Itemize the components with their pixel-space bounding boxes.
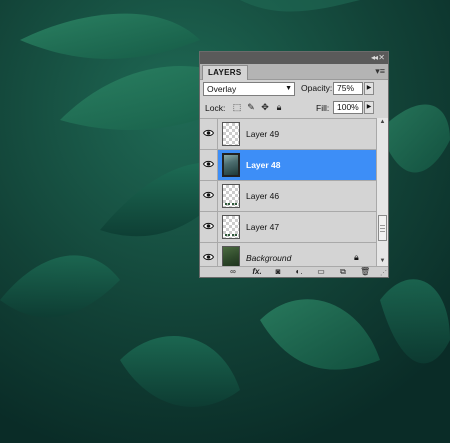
collapse-panel-icon[interactable]: ◂◂ ✕ <box>371 52 385 64</box>
layer-thumbnail <box>222 184 240 208</box>
new-group-icon[interactable]: ▭ <box>316 267 326 277</box>
lock-position-icon[interactable]: ✥ <box>260 102 270 112</box>
lock-transparent-pixels-icon[interactable]: ⬚ <box>232 102 242 112</box>
tab-layers[interactable]: LAYERS <box>202 65 248 80</box>
layer-thumbnail <box>222 215 240 239</box>
panel-menu-icon[interactable]: ▾≡ <box>375 65 385 78</box>
blend-mode-value: Overlay <box>207 84 237 94</box>
layer-name: Background <box>246 253 292 263</box>
eye-icon <box>203 129 214 137</box>
layer-row-selected[interactable]: Layer 48 <box>200 150 376 181</box>
visibility-toggle[interactable] <box>200 150 218 180</box>
layer-name: Layer 49 <box>246 129 280 139</box>
layer-thumbnail <box>222 246 240 267</box>
opacity-input[interactable]: 75% <box>333 82 363 95</box>
layer-thumbnail <box>222 153 240 177</box>
opacity-slider-button[interactable]: ▶ <box>364 82 374 95</box>
fx-icon[interactable]: fx. <box>250 267 264 277</box>
layer-row[interactable]: Layer 46 <box>200 181 376 212</box>
opacity-label: Opacity: <box>301 83 333 93</box>
link-layers-icon[interactable]: ∞ <box>226 267 240 277</box>
panel-bottom-toolbar: ∞ fx. ◙ ◐. ▭ ⧉ 🗑︎ ⋰ <box>200 266 388 277</box>
visibility-toggle[interactable] <box>200 243 218 267</box>
new-layer-icon[interactable]: ⧉ <box>338 267 348 277</box>
layer-name: Layer 46 <box>246 191 280 201</box>
delete-layer-icon[interactable]: 🗑︎ <box>360 267 370 277</box>
layer-thumbnail <box>222 122 240 146</box>
layer-row[interactable]: Layer 47 <box>200 212 376 243</box>
fill-input[interactable]: 100% <box>333 101 363 114</box>
layer-row[interactable]: Layer 49 <box>200 119 376 150</box>
layer-mask-icon[interactable]: ◙ <box>273 267 283 277</box>
grip-line <box>380 225 385 226</box>
adjustment-layer-icon[interactable]: ◐. <box>294 267 304 277</box>
grip-line <box>380 231 385 232</box>
layer-name: Layer 47 <box>246 222 280 232</box>
scroll-down-icon[interactable]: ▼ <box>377 257 388 266</box>
scrollbar-thumb[interactable] <box>378 215 387 241</box>
resize-grip-icon[interactable]: ⋰ <box>380 269 387 277</box>
eye-icon <box>203 191 214 199</box>
visibility-toggle[interactable] <box>200 181 218 211</box>
eye-icon <box>203 222 214 230</box>
chevron-down-icon: ▼ <box>285 85 292 92</box>
lock-all-icon[interactable]: 🔒︎ <box>274 102 284 112</box>
layers-scrollbar[interactable]: ▲ ▼ <box>376 118 388 266</box>
visibility-toggle[interactable] <box>200 212 218 242</box>
layers-panel: ◂◂ ✕ LAYERS ▾≡ Overlay ▼ Opacity: 75% ▶ … <box>199 51 389 278</box>
lock-icon: 🔒︎ <box>354 252 359 262</box>
grip-line <box>380 228 385 229</box>
visibility-toggle[interactable] <box>200 119 218 149</box>
eye-icon <box>203 253 214 261</box>
eye-icon <box>203 160 214 168</box>
panel-title-bar[interactable]: ◂◂ ✕ <box>200 52 388 64</box>
scroll-up-icon[interactable]: ▲ <box>377 118 388 127</box>
lock-label: Lock: <box>205 103 226 113</box>
layer-row-background[interactable]: Background 🔒︎ <box>200 243 376 267</box>
layers-list: Layer 49 Layer 48 Layer 46 Layer 47 Back… <box>200 118 376 267</box>
blend-mode-select[interactable]: Overlay ▼ <box>203 82 295 96</box>
panel-tab-bar: LAYERS ▾≡ <box>200 64 388 80</box>
fill-label: Fill: <box>316 103 330 113</box>
fill-slider-button[interactable]: ▶ <box>364 101 374 114</box>
layer-name: Layer 48 <box>246 160 281 170</box>
lock-image-pixels-icon[interactable]: ✎ <box>246 102 256 112</box>
